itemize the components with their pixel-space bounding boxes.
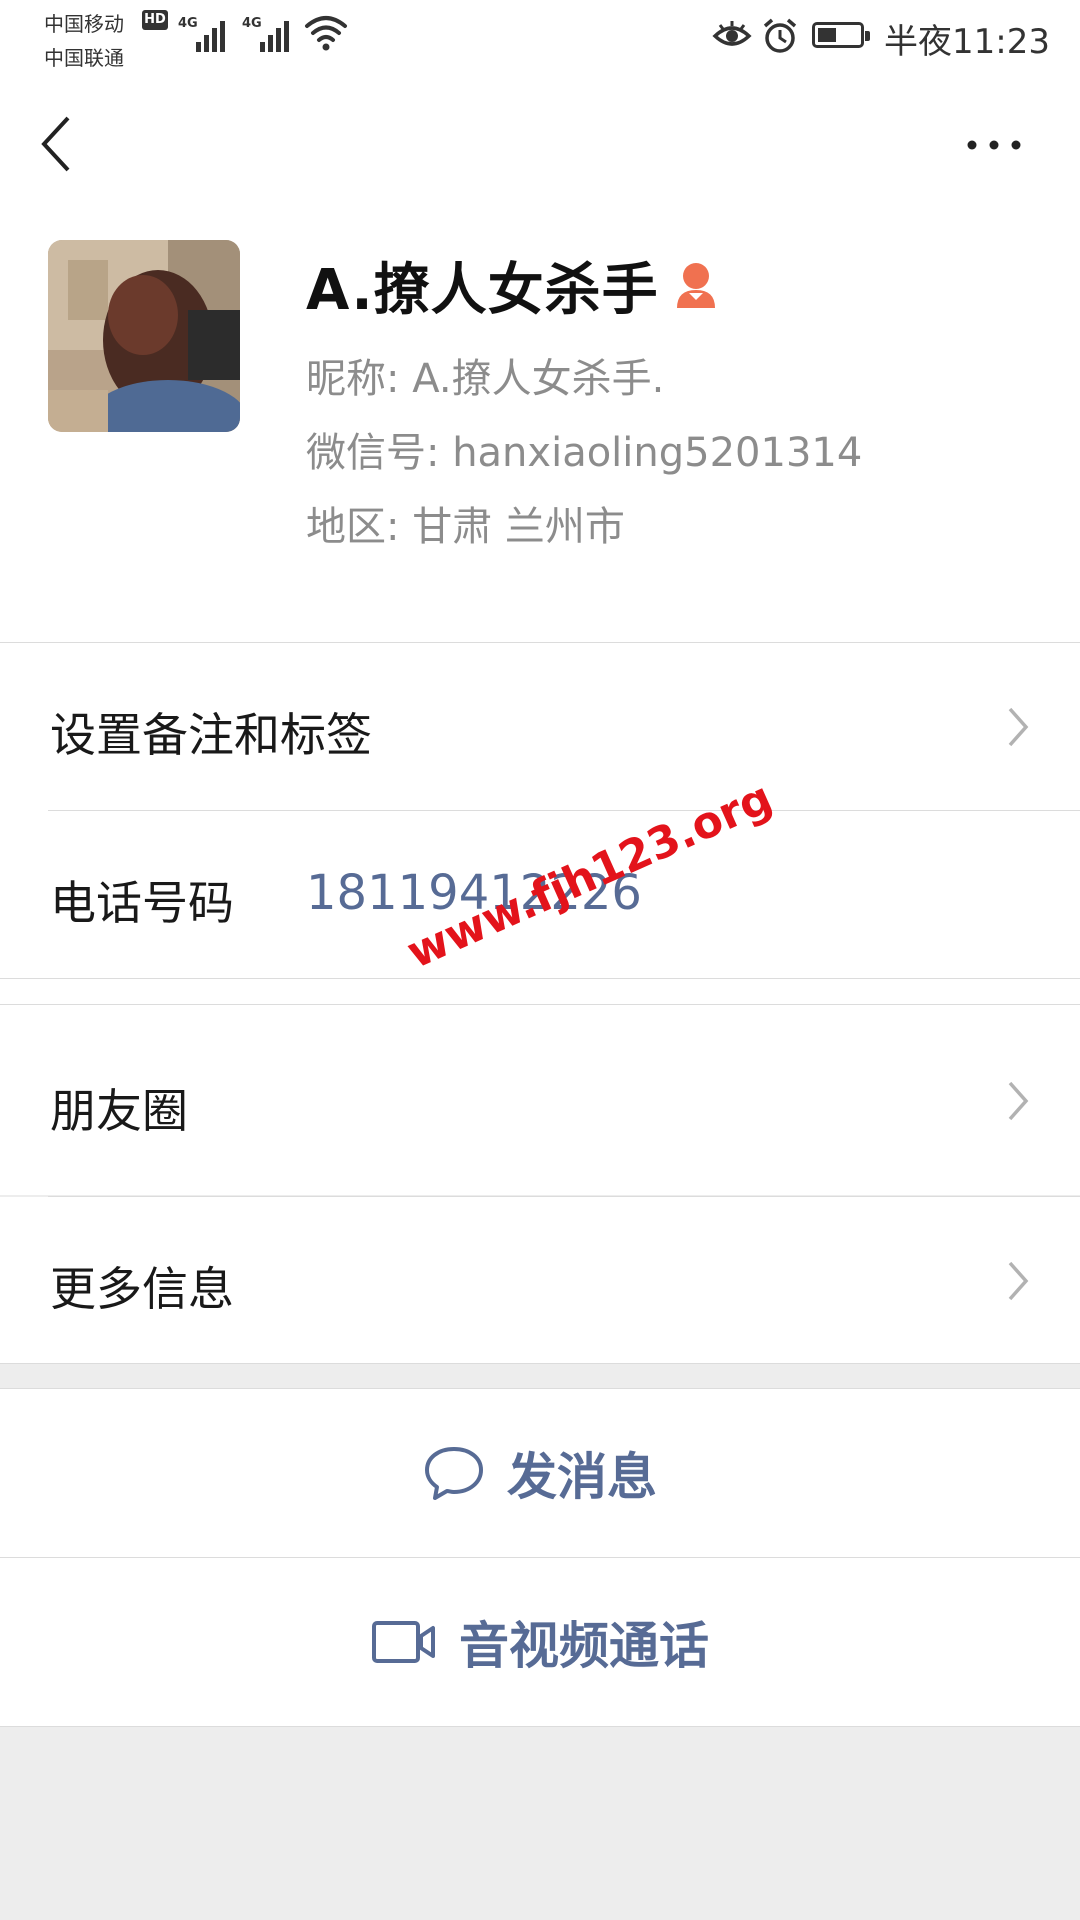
network-type-1: 4G <box>178 16 198 31</box>
chevron-right-icon <box>1008 707 1029 747</box>
profile-name-row: A.撩人女杀手 <box>306 250 719 323</box>
phone-label: 电话号码 <box>50 876 234 930</box>
network-type-2: 4G <box>242 16 262 31</box>
wechat-id: 微信号: hanxiaoling5201314 <box>306 430 863 476</box>
carrier-2-label: 中国联通 <box>44 46 124 70</box>
video-camera-icon <box>372 1621 435 1663</box>
profile-name: A.撩人女杀手 <box>306 257 659 323</box>
divider <box>0 1726 1080 1727</box>
chat-bubble-icon <box>425 1447 483 1500</box>
video-call-button[interactable]: 音视频通话 <box>0 1558 1080 1726</box>
nickname: 昵称: A.撩人女杀手. <box>306 356 665 402</box>
wifi-icon <box>305 16 347 51</box>
divider <box>0 978 1080 979</box>
back-chevron-icon[interactable] <box>38 114 78 174</box>
remark-tags-label: 设置备注和标签 <box>50 708 372 762</box>
signal-icon <box>260 16 294 52</box>
avatar[interactable] <box>48 240 240 432</box>
moments-cell[interactable]: 朋友圈 <box>0 1005 1080 1195</box>
carrier-1-label: 中国移动 <box>44 12 124 36</box>
more-info-cell[interactable]: 更多信息 <box>0 1197 1080 1363</box>
remark-tags-cell[interactable]: 设置备注和标签 <box>0 643 1080 810</box>
female-icon <box>676 263 715 308</box>
more-info-label: 更多信息 <box>50 1262 234 1316</box>
battery-icon <box>812 22 870 48</box>
hd-badge: HD <box>142 10 168 30</box>
status-bar: 中国移动 中国联通 HD 4G 4G 半夜11:23 <box>0 0 1080 76</box>
divider <box>0 1363 1080 1364</box>
alarm-icon <box>763 18 797 53</box>
eye-icon <box>712 21 752 46</box>
send-message-button[interactable]: 发消息 <box>0 1389 1080 1557</box>
send-message-label: 发消息 <box>507 1448 657 1506</box>
chevron-right-icon <box>1008 1081 1029 1121</box>
chevron-right-icon <box>1008 1261 1029 1301</box>
video-call-label: 音视频通话 <box>459 1617 709 1675</box>
region: 地区: 甘肃 兰州市 <box>306 504 625 550</box>
moments-label: 朋友圈 <box>50 1084 188 1138</box>
more-dots-icon[interactable] <box>962 130 1026 160</box>
clock-time: 半夜11:23 <box>884 22 1050 62</box>
signal-icon <box>196 16 230 52</box>
